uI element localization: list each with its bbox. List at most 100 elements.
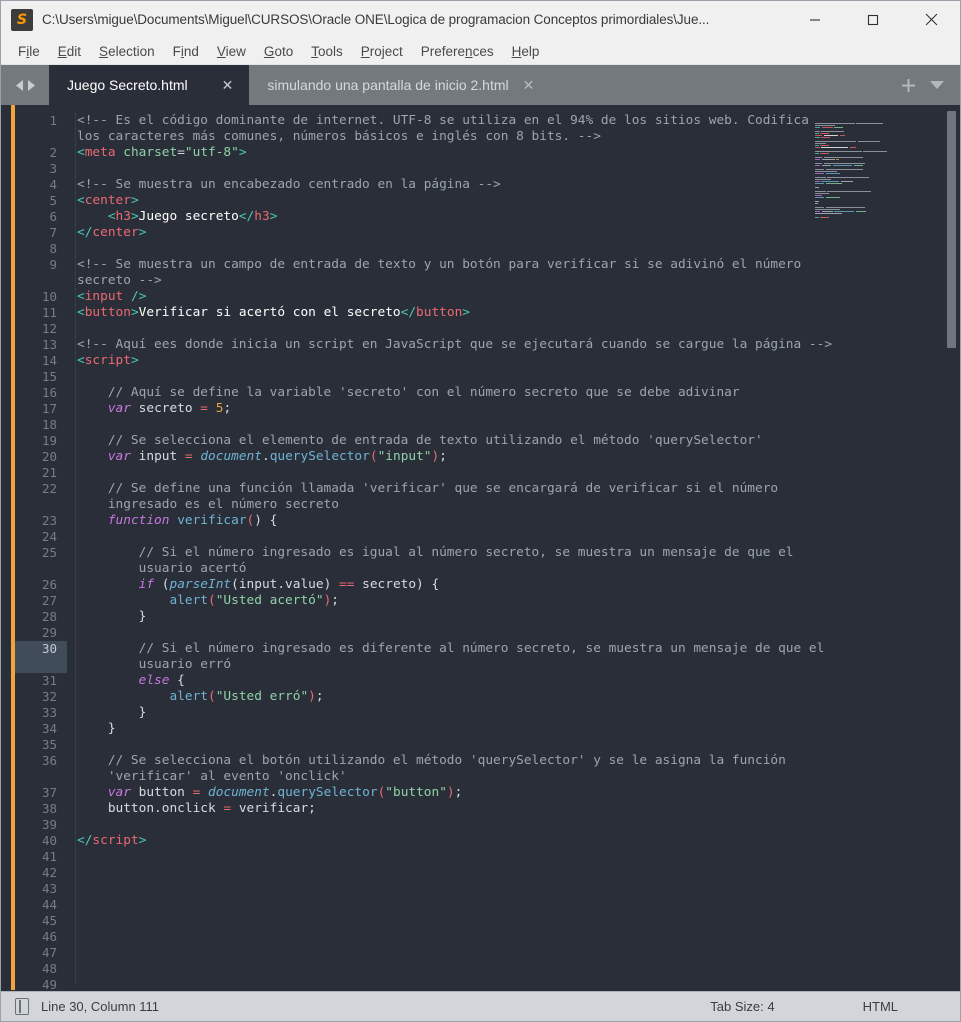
- line-number: 42: [41, 865, 57, 880]
- line-number: 9: [49, 257, 57, 272]
- tab-juego-secreto[interactable]: Juego Secreto.html ✕: [49, 65, 250, 105]
- code-content[interactable]: <!-- Es el código dominante de internet.…: [67, 105, 960, 991]
- line-number: 44: [41, 897, 57, 912]
- line-number: 27: [41, 593, 57, 608]
- line-number: 4: [49, 177, 57, 192]
- line-number: 45: [41, 913, 57, 928]
- tab-bar: Juego Secreto.html ✕ simulando una panta…: [1, 65, 960, 105]
- close-icon[interactable]: ✕: [222, 78, 234, 92]
- minimize-button[interactable]: [786, 1, 844, 39]
- tab-bar-actions: [901, 65, 960, 105]
- menu-item-goto[interactable]: Goto: [255, 42, 302, 61]
- line-number: 14: [41, 353, 57, 368]
- code-line: usuario acertó: [77, 561, 247, 576]
- window-controls: [786, 1, 960, 39]
- menu-item-project[interactable]: Project: [352, 42, 412, 61]
- line-number: 37: [41, 785, 57, 800]
- menu-item-find[interactable]: Find: [164, 42, 208, 61]
- tab-label: Juego Secreto.html: [67, 77, 188, 93]
- line-number: 38: [41, 801, 57, 816]
- line-number: 24: [41, 529, 57, 544]
- indent-guide: [75, 113, 76, 983]
- line-number: 17: [41, 401, 57, 416]
- close-button[interactable]: [902, 1, 960, 39]
- code-line: <!-- Se muestra un campo de entrada de t…: [77, 257, 802, 272]
- line-number: 36: [41, 753, 57, 768]
- menu-item-file[interactable]: File: [9, 42, 49, 61]
- line-number: 48: [41, 961, 57, 976]
- title-bar: S C:\Users\migue\Documents\Miguel\CURSOS…: [1, 1, 960, 39]
- line-number: 32: [41, 689, 57, 704]
- code-line: else {: [138, 673, 185, 688]
- chevron-right-icon[interactable]: [27, 79, 36, 92]
- code-line: <button>Verificar si acertó con el secre…: [77, 305, 470, 320]
- menu-item-help[interactable]: Help: [503, 42, 549, 61]
- line-number: 2: [49, 145, 57, 160]
- tab-simulando-pantalla-inicio[interactable]: simulando una pantalla de inicio 2.html …: [249, 65, 550, 105]
- code-line: <!-- Aquí ees donde inicia un script en …: [77, 337, 833, 352]
- line-number: 6: [49, 209, 57, 224]
- tab-label: simulando una pantalla de inicio 2.html: [267, 77, 509, 93]
- code-line: // Si el número ingresado es diferente a…: [77, 641, 825, 656]
- code-line: alert("Usted erró");: [169, 689, 324, 704]
- code-line: ingresado es el número secreto: [77, 497, 339, 512]
- vertical-scrollbar[interactable]: [943, 105, 960, 991]
- line-number: 28: [41, 609, 57, 624]
- cursor-position: Line 30, Column 111: [41, 999, 160, 1014]
- line-number-wrap: [15, 769, 67, 785]
- line-number-wrap: [15, 497, 67, 513]
- line-number-wrap: [15, 657, 67, 673]
- tab-size-label[interactable]: Tab Size: 4: [710, 999, 774, 1014]
- sidebar-toggle-icon[interactable]: [15, 998, 29, 1015]
- code-line: <script>: [77, 353, 139, 368]
- menu-item-tools[interactable]: Tools: [302, 42, 352, 61]
- menu-item-edit[interactable]: Edit: [49, 42, 90, 61]
- code-line: function verificar() {: [107, 513, 278, 528]
- line-number: 16: [41, 385, 57, 400]
- code-line: // Se define una función llamada 'verifi…: [77, 481, 779, 496]
- line-number: 7: [49, 225, 57, 240]
- line-number: 21: [41, 465, 57, 480]
- code-line: }: [77, 609, 147, 624]
- line-number: 31: [41, 673, 57, 688]
- line-number-wrap: [15, 273, 67, 289]
- code-line: // Se selecciona el elemento de entrada …: [77, 433, 763, 448]
- line-number: 13: [41, 337, 57, 352]
- code-line: button.onclick = verificar;: [77, 801, 316, 816]
- line-number: 29: [41, 625, 57, 640]
- menu-item-preferences[interactable]: Preferences: [412, 42, 503, 61]
- code-line: }: [77, 705, 147, 720]
- line-number: 47: [41, 945, 57, 960]
- line-number-gutter: 1 2 3 4 5 6 7 8 9 10 11 12 13 14 15 16 17 18 19 20 21 22 23 24 2…: [15, 105, 67, 991]
- code-line: </script>: [77, 833, 147, 848]
- maximize-button[interactable]: [844, 1, 902, 39]
- menu-item-selection[interactable]: Selection: [90, 42, 164, 61]
- line-number: 49: [41, 977, 57, 991]
- scrollbar-thumb[interactable]: [947, 111, 956, 348]
- editor-area[interactable]: 1 2 3 4 5 6 7 8 9 10 11 12 13 14 15 16 17 18 19 20 21 22 23 24 2…: [1, 105, 960, 991]
- line-number: 41: [41, 849, 57, 864]
- new-tab-icon[interactable]: [901, 78, 916, 93]
- minimap[interactable]: [815, 113, 939, 228]
- line-number: 39: [41, 817, 57, 832]
- line-number: 23: [41, 513, 57, 528]
- chevron-left-icon[interactable]: [15, 79, 24, 92]
- line-number: 18: [41, 417, 57, 432]
- line-number: 5: [49, 193, 57, 208]
- line-number: 33: [41, 705, 57, 720]
- code-line: }: [77, 721, 116, 736]
- tab-nav-arrows[interactable]: [1, 65, 49, 105]
- syntax-label[interactable]: HTML: [863, 999, 898, 1014]
- close-icon[interactable]: ✕: [523, 78, 535, 92]
- line-number: 30: [15, 641, 67, 657]
- code-line: var button = document.querySelector("but…: [107, 785, 463, 800]
- menu-item-view[interactable]: View: [208, 42, 255, 61]
- chevron-down-icon[interactable]: [930, 80, 944, 90]
- line-number: 11: [41, 305, 57, 320]
